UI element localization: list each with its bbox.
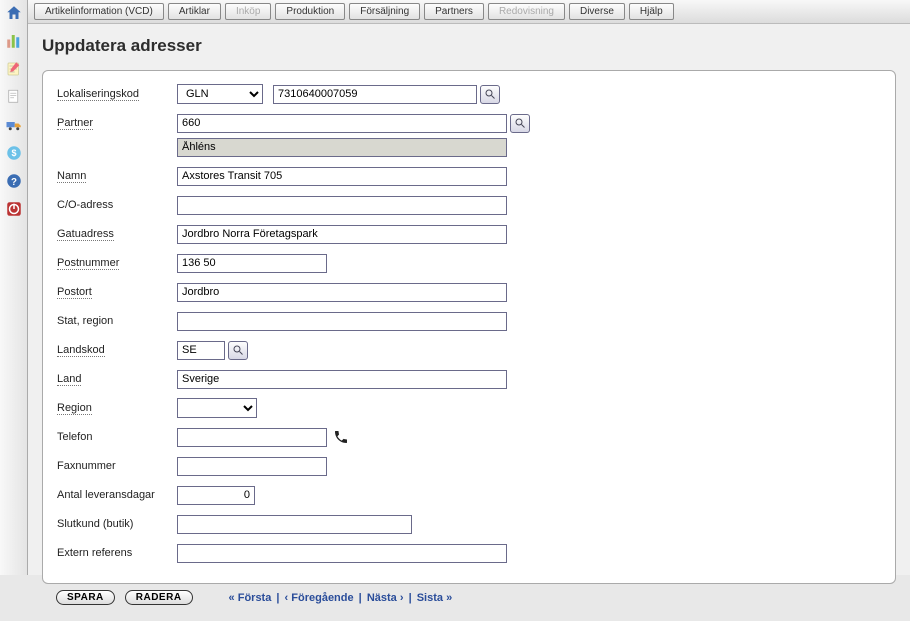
svg-text:?: ? <box>11 177 17 188</box>
input-extern-referens[interactable] <box>177 544 507 563</box>
tab-produktion[interactable]: Produktion <box>275 3 345 20</box>
nav-next[interactable]: Nästa › <box>365 592 406 604</box>
label-lokaliseringskod: Lokaliseringskod <box>57 88 139 101</box>
input-lokaliseringskod-code[interactable] <box>273 85 477 104</box>
input-land[interactable] <box>177 370 507 389</box>
sidebar: $ ? <box>0 0 28 575</box>
label-namn: Namn <box>57 170 86 183</box>
tab-artiklar[interactable]: Artiklar <box>168 3 221 20</box>
label-region: Region <box>57 402 92 415</box>
search-landskod-icon[interactable] <box>228 341 248 360</box>
label-co-adress: C/O-adress <box>57 199 113 211</box>
nav-last[interactable]: Sista » <box>415 592 454 604</box>
input-telefon[interactable] <box>177 428 327 447</box>
input-postort[interactable] <box>177 283 507 302</box>
input-antal-leveransdagar[interactable] <box>177 486 255 505</box>
tab-hjalp[interactable]: Hjälp <box>629 3 674 20</box>
input-gatuadress[interactable] <box>177 225 507 244</box>
power-icon[interactable] <box>3 198 25 220</box>
document-icon[interactable] <box>3 86 25 108</box>
label-antal-leveransdagar: Antal leveransdagar <box>57 489 155 501</box>
label-partner: Partner <box>57 117 93 130</box>
tab-inkop: Inköp <box>225 3 271 20</box>
page-title: Uppdatera adresser <box>42 36 896 56</box>
truck-icon[interactable] <box>3 114 25 136</box>
home-icon[interactable] <box>3 2 25 24</box>
select-lokaliseringskod[interactable]: GLN <box>177 84 263 104</box>
currency-icon[interactable]: $ <box>3 142 25 164</box>
input-partner-code[interactable] <box>177 114 507 133</box>
note-icon[interactable] <box>3 58 25 80</box>
top-nav: Artikelinformation (VCD) Artiklar Inköp … <box>28 0 910 24</box>
help-icon[interactable]: ? <box>3 170 25 192</box>
delete-button[interactable]: RADERA <box>125 590 193 605</box>
input-stat-region[interactable] <box>177 312 507 331</box>
input-postnummer[interactable] <box>177 254 327 273</box>
label-slutkund: Slutkund (butik) <box>57 518 133 530</box>
input-co-adress[interactable] <box>177 196 507 215</box>
label-stat-region: Stat, region <box>57 315 113 327</box>
paginator: « Första | ‹ Föregående | Nästa › | Sist… <box>227 592 455 604</box>
input-partner-name-readonly <box>177 138 507 157</box>
label-postort: Postort <box>57 286 92 299</box>
tab-diverse[interactable]: Diverse <box>569 3 625 20</box>
input-landskod[interactable] <box>177 341 225 360</box>
save-button[interactable]: SPARA <box>56 590 115 605</box>
svg-text:$: $ <box>11 148 16 158</box>
label-land: Land <box>57 373 81 386</box>
tab-partners[interactable]: Partners <box>424 3 484 20</box>
form-panel: Lokaliseringskod GLN Partner <box>42 70 896 584</box>
tab-artikelinformation[interactable]: Artikelinformation (VCD) <box>34 3 164 20</box>
label-gatuadress: Gatuadress <box>57 228 114 241</box>
nav-prev[interactable]: ‹ Föregående <box>283 592 356 604</box>
nav-first[interactable]: « Första <box>227 592 274 604</box>
label-extern-referens: Extern referens <box>57 547 132 559</box>
input-faxnummer[interactable] <box>177 457 327 476</box>
footer: SPARA RADERA « Första | ‹ Föregående | N… <box>42 584 896 615</box>
label-postnummer: Postnummer <box>57 257 119 270</box>
tab-forsaljning[interactable]: Försäljning <box>349 3 420 20</box>
label-faxnummer: Faxnummer <box>57 460 116 472</box>
chart-icon[interactable] <box>3 30 25 52</box>
label-telefon: Telefon <box>57 431 92 443</box>
select-region[interactable] <box>177 398 257 418</box>
search-lokaliseringskod-icon[interactable] <box>480 85 500 104</box>
label-landskod: Landskod <box>57 344 105 357</box>
phone-icon <box>333 429 349 445</box>
tab-redovisning: Redovisning <box>488 3 565 20</box>
input-namn[interactable] <box>177 167 507 186</box>
input-slutkund[interactable] <box>177 515 412 534</box>
search-partner-icon[interactable] <box>510 114 530 133</box>
